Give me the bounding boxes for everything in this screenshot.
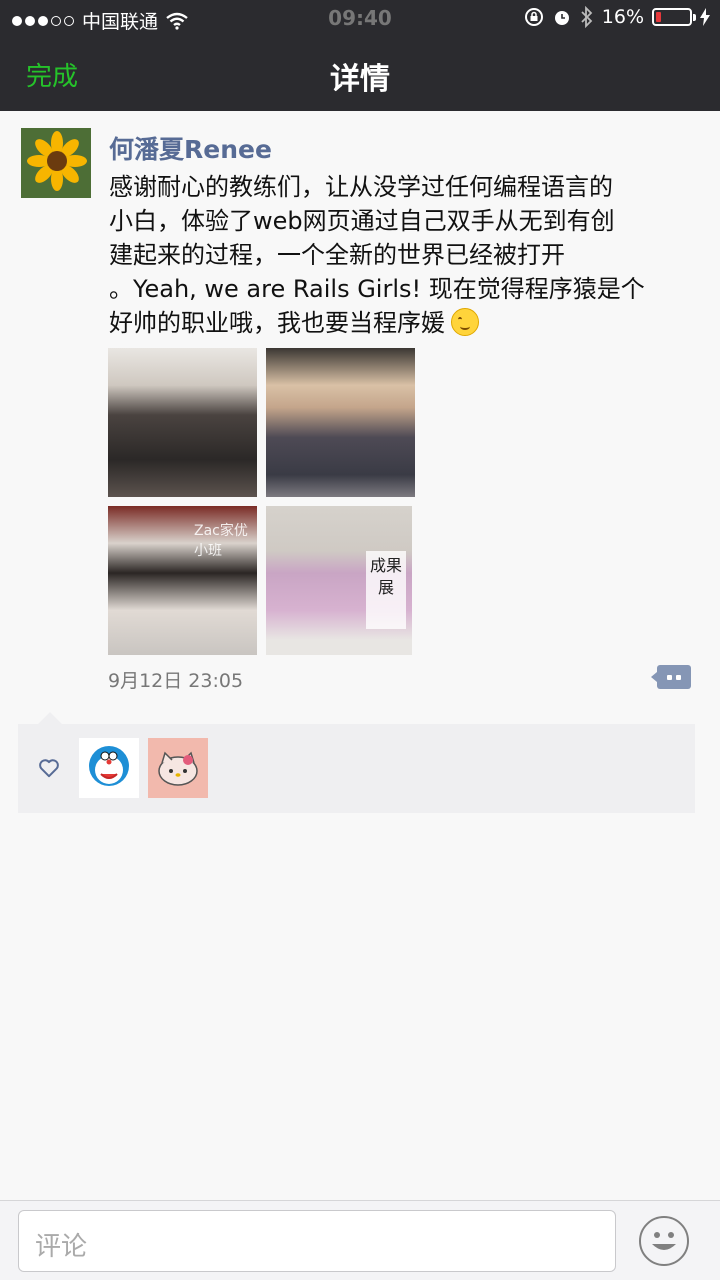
battery-level (656, 12, 661, 22)
showcase-sign: 成果展 (366, 551, 406, 629)
post-text-line: 小白，体验了web网页通过自己双手从无到有创 (109, 207, 615, 235)
post-text-line: 建起来的过程，一个全新的世界已经被打开 (109, 241, 565, 269)
post-photo-group-2[interactable] (266, 348, 415, 497)
smiling-emoji-icon (451, 308, 479, 336)
post-text: 感谢耐心的教练们，让从没学过任何编程语言的 小白，体验了web网页通过自己双手从… (109, 170, 684, 340)
author-avatar[interactable] (21, 128, 91, 198)
author-name[interactable]: 何潘夏Renee (109, 130, 272, 166)
post-text-line: 。Yeah, we are Rails Girls! 现在觉得程序猿是个 (109, 275, 645, 303)
hello-kitty-avatar[interactable] (148, 738, 208, 798)
status-bar: 中国联通 09:40 16% (0, 0, 720, 36)
post-photo-group-1[interactable] (108, 348, 257, 497)
post-text-line: 感谢耐心的教练们，让从没学过任何编程语言的 (109, 173, 613, 201)
bluetooth-icon (581, 6, 593, 28)
doraemon-icon (79, 738, 139, 798)
sunflower-icon (21, 128, 91, 198)
heart-outline-icon (39, 759, 59, 778)
photo-caption: Zac家优小班 (194, 523, 248, 559)
post-text-line: 好帅的职业哦，我也要当程序媛 (109, 306, 684, 340)
post-text-segment: 好帅的职业哦，我也要当程序媛 (109, 309, 445, 337)
battery-icon (652, 8, 696, 26)
battery-percent: 16% (601, 6, 644, 28)
comment-action-icon[interactable] (651, 665, 691, 689)
page-title: 详情 (330, 62, 390, 97)
alarm-icon (554, 11, 569, 25)
post-photo-workshop[interactable]: Zac家优小班 (108, 506, 257, 655)
post-timestamp: 9月12日 23:05 (108, 670, 244, 692)
status-right-group: 16% (524, 6, 710, 28)
doraemon-avatar[interactable] (79, 738, 139, 798)
charging-icon (700, 8, 710, 26)
comment-input[interactable]: 评论 (18, 1210, 616, 1272)
top-bar: 中国联通 09:40 16% 完成 详情 (0, 0, 720, 111)
smiley-icon[interactable] (639, 1216, 689, 1266)
hello-kitty-icon (148, 738, 208, 798)
rotation-lock-icon (524, 8, 543, 26)
emoji-face-glyph (652, 1232, 676, 1250)
post-photo-showcase[interactable]: 成果展 (266, 506, 412, 655)
